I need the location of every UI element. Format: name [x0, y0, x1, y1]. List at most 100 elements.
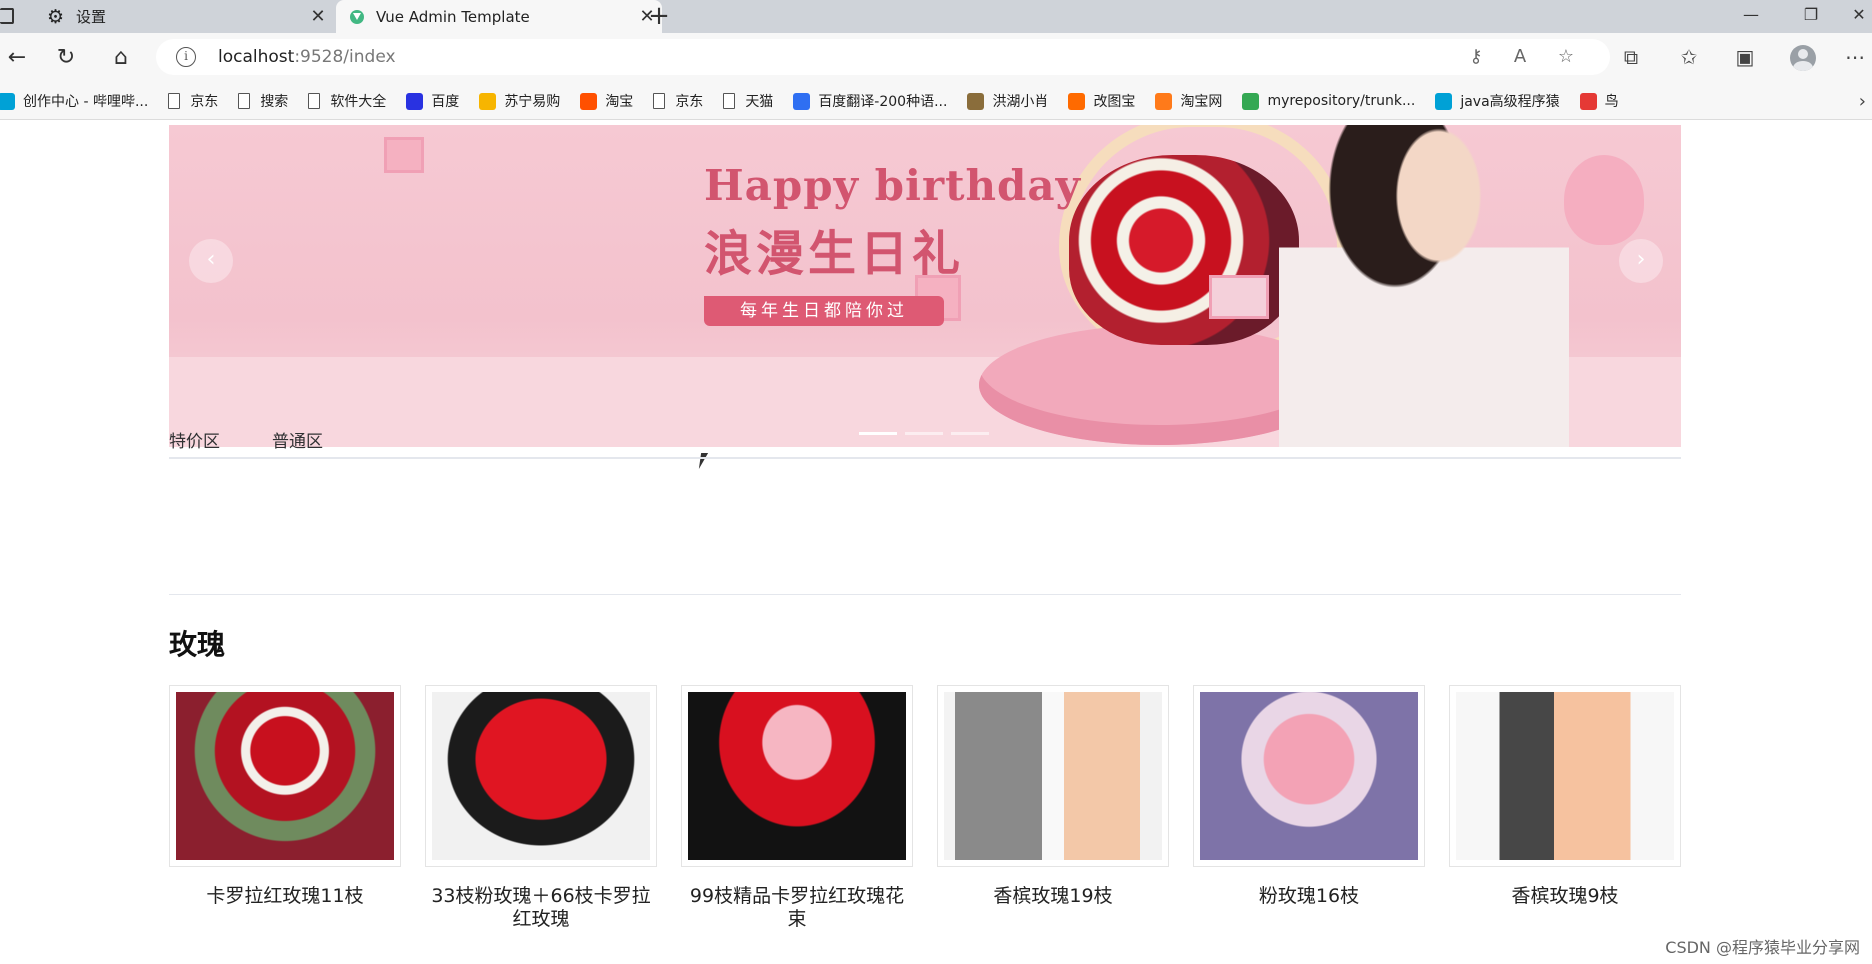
add-favorite-icon[interactable]: ☆	[1554, 46, 1578, 70]
bookmark-item[interactable]: java高级程序猿	[1435, 91, 1560, 111]
suning-icon	[479, 92, 497, 110]
bookmark-label: 京东	[190, 94, 219, 110]
collections-icon[interactable]: ▣	[1728, 41, 1762, 75]
banner-carousel[interactable]: Happy birthday 浪漫生日礼 每年生日都陪你过 ‹ ›	[169, 125, 1681, 447]
bookmark-label: java高级程序猿	[1460, 94, 1560, 110]
chrome-icon	[1242, 92, 1260, 110]
bookmark-item[interactable]: 百度翻译-200种语...	[793, 91, 947, 111]
bird-icon	[1579, 92, 1597, 110]
more-menu-icon[interactable]: ⋯	[1838, 41, 1872, 75]
bookmark-item[interactable]: 软件大全	[308, 91, 386, 111]
bookmark-item[interactable]: 创作中心 - 哔哩哔...	[0, 91, 148, 111]
bookmark-item[interactable]: 天猫	[723, 91, 773, 111]
bookmark-item[interactable]: 鸟	[1579, 91, 1619, 111]
bookmark-label: 淘宝	[605, 94, 634, 110]
page-icon	[308, 93, 321, 109]
bookmark-label: 鸟	[1604, 94, 1619, 110]
address-url[interactable]: localhost:9528/index	[218, 47, 396, 67]
url-host: localhost	[218, 47, 295, 67]
gear-icon: ⚙	[47, 5, 65, 28]
product-name[interactable]: 卡罗拉红玫瑰11枝	[169, 885, 401, 908]
tab-title: 设置	[76, 8, 107, 26]
bird-icon	[967, 92, 985, 110]
favorites-icon[interactable]: ✩	[1672, 41, 1706, 75]
back-arrow-icon[interactable]: ←	[0, 41, 34, 75]
product-card[interactable]: 香槟玫瑰9枝	[1449, 685, 1681, 908]
close-icon[interactable]: ✕	[303, 6, 333, 27]
key-icon[interactable]: ⚷	[1464, 46, 1488, 70]
product-card[interactable]: 香槟玫瑰19枝	[937, 685, 1169, 908]
product-image[interactable]	[1193, 685, 1425, 867]
profile-avatar[interactable]	[1790, 45, 1816, 71]
address-bar[interactable]: i localhost:9528/index ⚷ A ☆	[156, 39, 1610, 75]
close-window-button[interactable]: ✕	[1834, 0, 1872, 33]
product-image[interactable]	[169, 685, 401, 867]
translate-icon	[793, 92, 811, 110]
section-divider	[169, 594, 1681, 595]
bookmark-label: myrepository/trunk...	[1267, 93, 1416, 109]
product-card[interactable]: 粉玫瑰16枝	[1193, 685, 1425, 908]
bookmark-item[interactable]: 苏宁易购	[479, 91, 560, 111]
tab-settings[interactable]: ⚙ 设置 ✕	[33, 0, 333, 33]
vue-icon	[350, 9, 364, 24]
tab-special-zone[interactable]: 特价区	[169, 427, 220, 452]
balloon-decoration	[1564, 155, 1644, 245]
bookmark-item[interactable]: 百度	[406, 91, 459, 111]
read-aloud-icon[interactable]: A	[1508, 46, 1532, 70]
product-list: 卡罗拉红玫瑰11枝 33枝粉玫瑰＋66枝卡罗拉红玫瑰 99枝精品卡罗拉红玫瑰花束…	[169, 685, 1681, 930]
bookmark-label: 天猫	[745, 94, 774, 110]
home-icon[interactable]: ⌂	[104, 41, 138, 75]
product-name[interactable]: 香槟玫瑰19枝	[937, 885, 1169, 908]
bilibili-icon	[1435, 92, 1453, 110]
bookmark-item[interactable]: 淘宝	[580, 91, 633, 111]
taobao-icon	[1155, 92, 1173, 110]
tab-actions-icon[interactable]	[0, 8, 14, 24]
bookmark-item[interactable]: myrepository/trunk...	[1242, 92, 1416, 110]
page-content: Happy birthday 浪漫生日礼 每年生日都陪你过 ‹ › 特价区 普通…	[0, 121, 1872, 964]
bookmark-item[interactable]: 京东	[653, 91, 703, 111]
product-name[interactable]: 粉玫瑰16枝	[1193, 885, 1425, 908]
watermark: CSDN @程序猿毕业分享网	[1665, 938, 1860, 957]
chevron-right-icon[interactable]: ›	[1859, 91, 1866, 112]
page-icon	[723, 93, 736, 109]
page-icon	[653, 93, 666, 109]
bookmark-item[interactable]: 改图宝	[1068, 91, 1135, 111]
taobao-icon	[580, 92, 598, 110]
baidu-icon	[406, 92, 424, 110]
extensions-icon[interactable]: ⧉	[1614, 41, 1648, 75]
tab-vue-admin[interactable]: Vue Admin Template ✕	[336, 0, 662, 33]
banner-tagline: 每年生日都陪你过	[704, 296, 944, 326]
refresh-icon[interactable]: ↻	[49, 41, 83, 75]
bilibili-icon	[0, 92, 15, 110]
product-image[interactable]	[681, 685, 913, 867]
banner-title-cn: 浪漫生日礼	[704, 226, 965, 282]
bookmark-item[interactable]: 搜索	[238, 91, 288, 111]
bookmarks-bar: 创作中心 - 哔哩哔... 京东 搜索 软件大全 百度 苏宁易购 淘宝 京东 天猫 百度翻译-20…	[0, 83, 1872, 120]
product-name[interactable]: 99枝精品卡罗拉红玫瑰花束	[681, 885, 913, 931]
product-card[interactable]: 卡罗拉红玫瑰11枝	[169, 685, 401, 908]
zone-tabs: 特价区 普通区	[169, 411, 1681, 459]
product-image[interactable]	[425, 685, 657, 867]
product-card[interactable]: 33枝粉玫瑰＋66枝卡罗拉红玫瑰	[425, 685, 657, 931]
bookmark-label: 创作中心 - 哔哩哔...	[23, 94, 149, 110]
new-tab-button[interactable]: +	[644, 2, 674, 32]
product-image[interactable]	[937, 685, 1169, 867]
bookmark-label: 百度翻译-200种语...	[818, 94, 948, 110]
product-name[interactable]: 香槟玫瑰9枝	[1449, 885, 1681, 908]
product-card[interactable]: 99枝精品卡罗拉红玫瑰花束	[681, 685, 913, 931]
page-icon	[168, 93, 181, 109]
product-image[interactable]	[1449, 685, 1681, 867]
browser-tab-strip: ⚙ 设置 ✕ Vue Admin Template ✕ + — ❐ ✕	[0, 0, 1872, 33]
tab-title: Vue Admin Template	[376, 7, 530, 26]
info-icon[interactable]: i	[176, 47, 196, 67]
product-name[interactable]: 33枝粉玫瑰＋66枝卡罗拉红玫瑰	[425, 885, 657, 931]
bookmark-item[interactable]: 京东	[168, 91, 218, 111]
restore-button[interactable]: ❐	[1786, 0, 1836, 33]
minimize-button[interactable]: —	[1726, 0, 1776, 33]
bookmark-item[interactable]: 洪湖小肖	[967, 91, 1048, 111]
carousel-prev-button[interactable]: ‹	[189, 239, 233, 283]
carousel-next-button[interactable]: ›	[1619, 239, 1663, 283]
bookmark-item[interactable]: 淘宝网	[1155, 91, 1222, 111]
bookmark-label: 软件大全	[330, 94, 387, 110]
tab-normal-zone[interactable]: 普通区	[272, 427, 323, 452]
